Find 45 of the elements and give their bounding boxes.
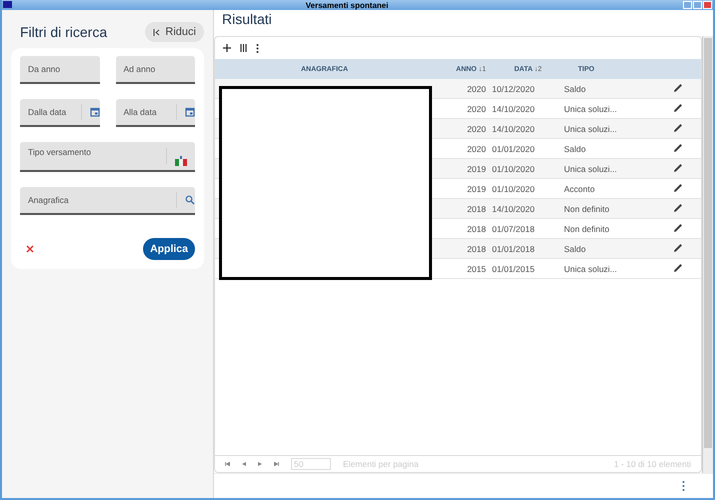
calendar-icon[interactable] — [90, 107, 100, 117]
search-icon[interactable] — [185, 195, 195, 205]
date-field[interactable]: Dalla data — [20, 99, 100, 127]
table-cell: Unica soluzi... — [564, 258, 654, 278]
next-page-icon[interactable] — [258, 462, 262, 466]
date-field[interactable]: Alla data — [116, 99, 195, 127]
table-cell: 14/10/2020 — [492, 198, 564, 218]
table-cell: 2018 — [434, 238, 492, 258]
window-title: Versamenti spontanei — [304, 0, 390, 10]
table-cell: 01/10/2020 — [492, 158, 564, 178]
table-cell: 2015 — [434, 258, 492, 278]
window-icon — [3, 1, 12, 9]
add-icon[interactable] — [223, 44, 231, 52]
input-field[interactable]: Da anno — [20, 56, 100, 84]
apply-button[interactable]: Applica — [143, 238, 195, 260]
previous-page-icon[interactable] — [242, 462, 246, 466]
table-cell: 01/01/2018 — [492, 238, 564, 258]
table-cell: Saldo — [564, 79, 654, 98]
close-button[interactable] — [703, 1, 712, 9]
scrollbar[interactable] — [702, 36, 713, 473]
table-cell: 2018 — [434, 198, 492, 218]
more-icon[interactable] — [256, 44, 259, 52]
search-field[interactable]: Anagrafica — [20, 187, 195, 215]
table-cell: Saldo — [564, 238, 654, 258]
collapse-icon — [153, 28, 160, 36]
table-cell: Non definito — [564, 198, 654, 218]
table-cell: 2019 — [434, 158, 492, 178]
table-cell: 14/10/2020 — [492, 118, 564, 138]
clear-icon[interactable] — [26, 245, 34, 253]
results-title: Risultati — [221, 10, 273, 27]
flag-icon[interactable] — [175, 156, 187, 166]
collapse-button[interactable]: Riduci — [145, 22, 204, 42]
columns-icon[interactable] — [240, 44, 247, 52]
table-cell: 01/01/2015 — [492, 258, 564, 278]
last-page-icon[interactable] — [274, 462, 279, 466]
table-cell: 2020 — [434, 79, 492, 98]
calendar-icon[interactable] — [185, 107, 195, 117]
table-cell: Unica soluzi... — [564, 118, 654, 138]
panel-title: Filtri di ricerca — [20, 24, 108, 40]
input-field[interactable]: Ad anno — [116, 56, 195, 84]
select-field[interactable]: Tipo versamento — [20, 142, 195, 172]
first-page-icon[interactable] — [225, 462, 230, 466]
table-cell: 10/12/2020 — [492, 79, 564, 98]
table-cell: 2020 — [434, 118, 492, 138]
table-cell: Unica soluzi... — [564, 158, 654, 178]
